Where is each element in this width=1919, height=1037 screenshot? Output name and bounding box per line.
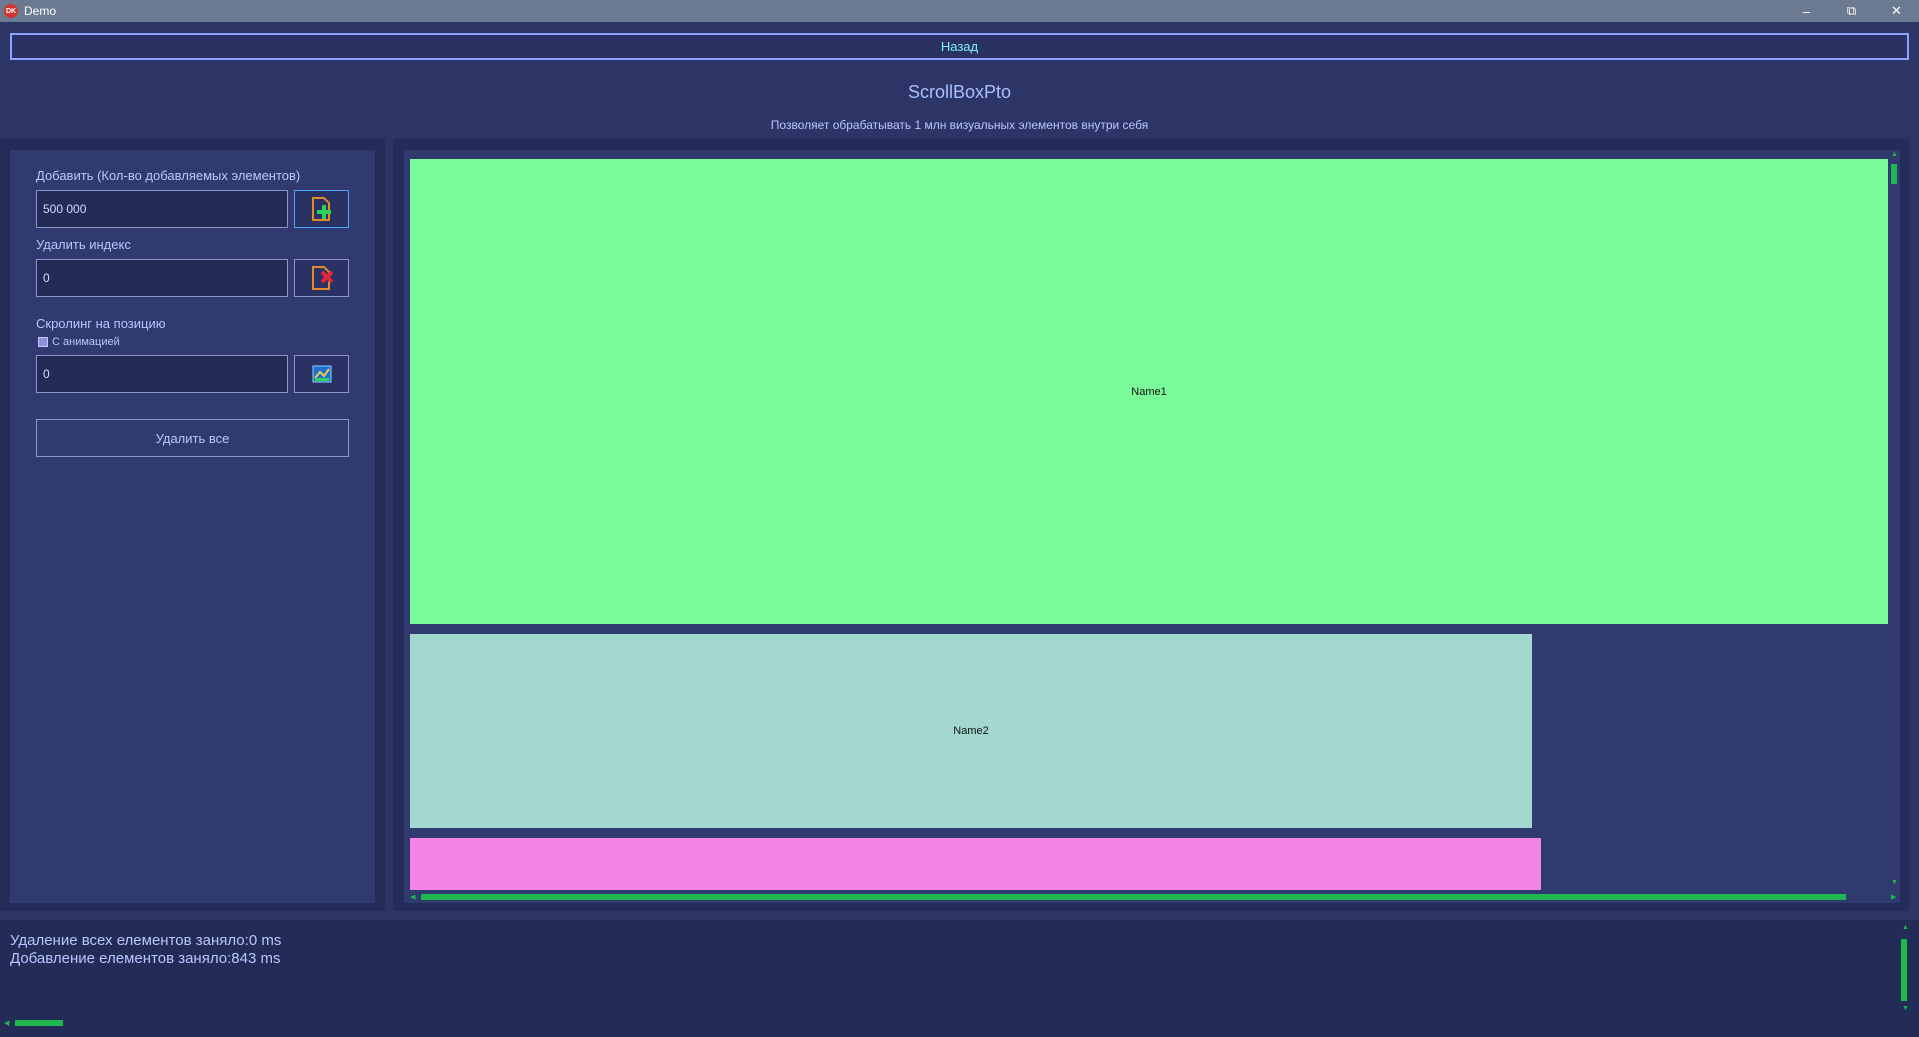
- scroll-down-arrow-icon[interactable]: ▼: [1891, 879, 1898, 886]
- log-horizontal-scrollbar-thumb[interactable]: [15, 1020, 63, 1026]
- scroll-position-label: Скролинг на позицию: [36, 316, 166, 331]
- scroll-position-input[interactable]: 0: [36, 355, 288, 393]
- add-count-input[interactable]: 500 000: [36, 190, 288, 228]
- delete-all-button[interactable]: Удалить все: [36, 419, 349, 457]
- restore-button[interactable]: ⧉: [1829, 0, 1874, 22]
- item-name-label: Name1: [1131, 385, 1167, 398]
- delete-index-label: Удалить индекс: [36, 237, 131, 252]
- log-scroll-left-arrow-icon[interactable]: ◀: [4, 1019, 9, 1027]
- delete-index-input[interactable]: 0: [36, 259, 288, 297]
- add-file-icon: [311, 197, 331, 221]
- scroll-up-arrow-icon[interactable]: ▲: [1891, 151, 1898, 158]
- item-name-label: Name2: [953, 725, 989, 737]
- app-logo-icon: DK: [4, 4, 18, 18]
- animation-checkbox-label: С анимацией: [52, 336, 120, 348]
- window-title: Demo: [24, 4, 57, 18]
- scroll-left-arrow-icon[interactable]: ◀: [410, 893, 415, 901]
- page-subtitle: Позволяет обрабатывать 1 млн визуальных …: [770, 118, 1149, 132]
- window-controls: – ⧉ ✕: [1784, 0, 1919, 22]
- minimize-button[interactable]: –: [1784, 0, 1829, 22]
- minimize-icon: –: [1802, 3, 1811, 19]
- back-button[interactable]: Назад: [10, 33, 1909, 60]
- delete-button[interactable]: [294, 259, 349, 297]
- title-bar: DK Demo – ⧉ ✕: [0, 0, 1919, 22]
- add-button[interactable]: [294, 190, 349, 228]
- vertical-scrollbar-thumb[interactable]: [1891, 164, 1897, 184]
- scroll-to-button[interactable]: [294, 355, 349, 393]
- scrollbox-item-1[interactable]: Name1: [410, 159, 1888, 624]
- log-output[interactable]: Удаление всех елементов заняло:0 ms Доба…: [0, 920, 1919, 1037]
- scroll-to-icon: [312, 365, 331, 383]
- scrollbox-item-3[interactable]: [410, 838, 1541, 890]
- add-count-label: Добавить (Кол-во добавляемых элементов): [36, 168, 301, 183]
- log-scroll-up-arrow-icon[interactable]: ▲: [1902, 924, 1909, 931]
- animation-checkbox-row[interactable]: С анимацией: [38, 336, 120, 348]
- horizontal-scrollbar-thumb[interactable]: [421, 894, 1846, 900]
- controls-panel: Добавить (Кол-во добавляемых элементов) …: [10, 150, 375, 903]
- log-vertical-scrollbar-thumb[interactable]: [1901, 939, 1907, 1001]
- close-icon: ✕: [1891, 3, 1902, 18]
- delete-file-icon: [311, 266, 333, 290]
- scrollbox-item-2[interactable]: Name2: [410, 634, 1532, 828]
- log-line: Добавление елементов заняло:843 ms: [10, 950, 281, 967]
- close-button[interactable]: ✕: [1874, 0, 1919, 22]
- page-title: ScrollBoxPto: [907, 82, 1012, 102]
- animation-checkbox[interactable]: [38, 337, 48, 347]
- scroll-right-arrow-icon[interactable]: ▶: [1891, 893, 1896, 901]
- log-line: Удаление всех елементов заняло:0 ms: [10, 932, 282, 949]
- restore-icon: ⧉: [1846, 3, 1857, 18]
- log-scroll-down-arrow-icon[interactable]: ▼: [1902, 1005, 1909, 1012]
